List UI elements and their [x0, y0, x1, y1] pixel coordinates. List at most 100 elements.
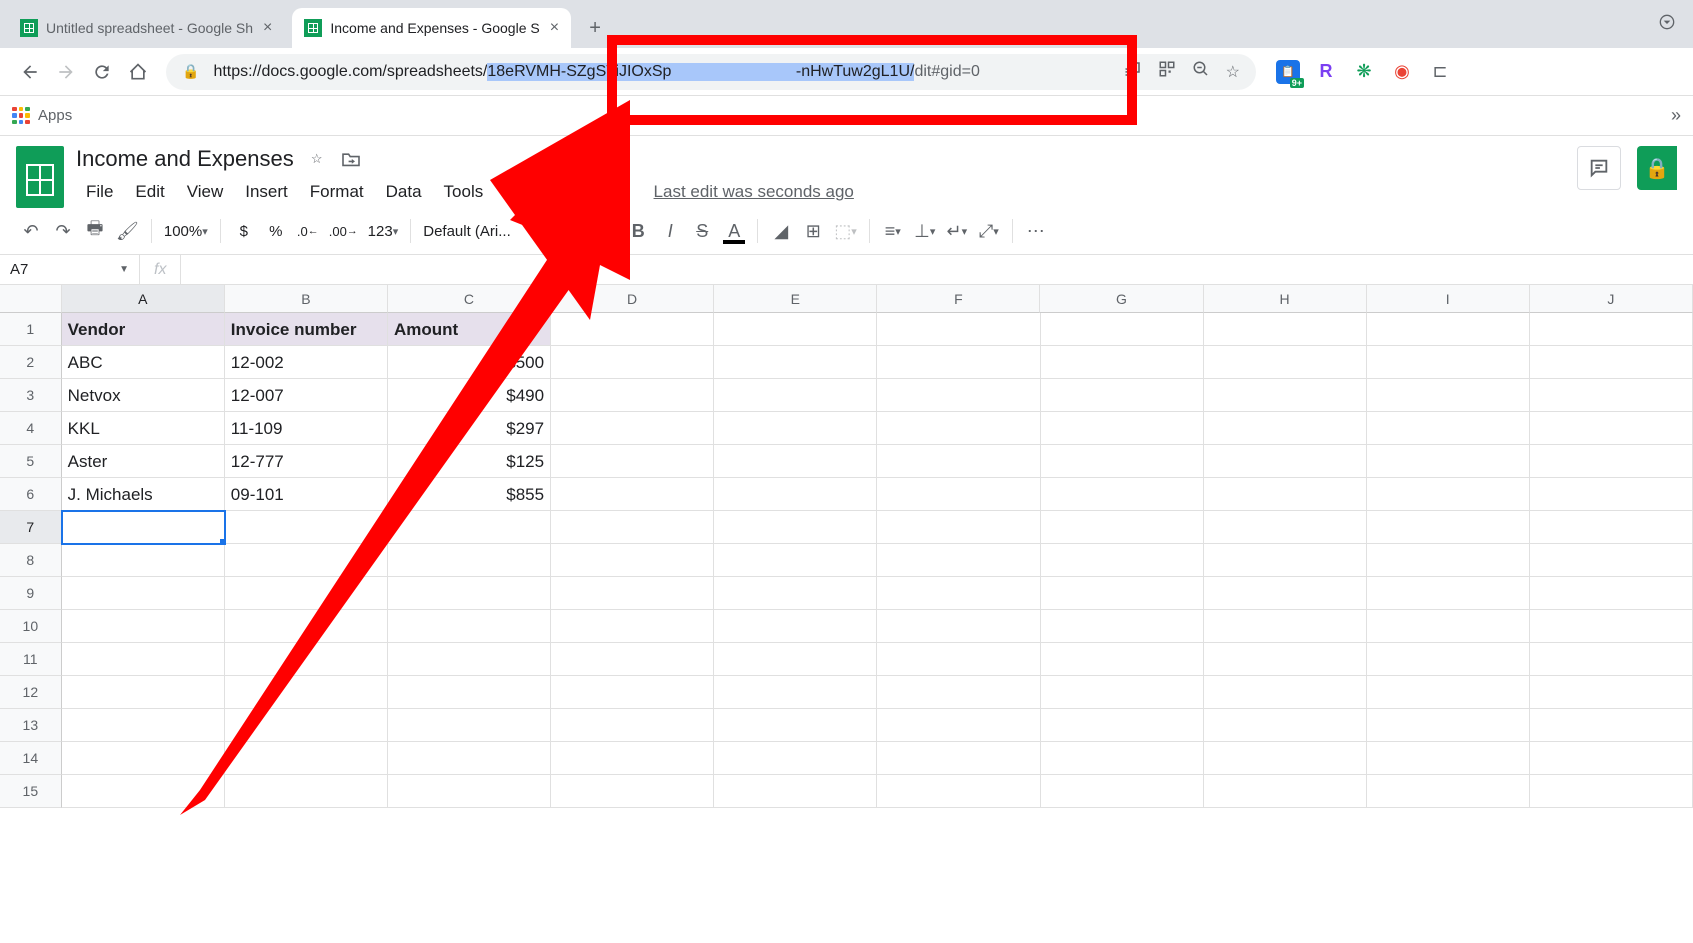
- print-button[interactable]: 🖶: [80, 216, 110, 246]
- move-icon[interactable]: [340, 148, 362, 170]
- cell[interactable]: [1204, 742, 1367, 775]
- cell[interactable]: [388, 676, 551, 709]
- cell[interactable]: [1530, 412, 1693, 445]
- row-header[interactable]: 15: [0, 775, 62, 808]
- redo-button[interactable]: ↷: [48, 216, 78, 246]
- cell[interactable]: [877, 544, 1040, 577]
- cell[interactable]: [1530, 379, 1693, 412]
- cell[interactable]: [225, 742, 388, 775]
- ext-icon-5[interactable]: ⊏: [1428, 60, 1452, 84]
- row-header[interactable]: 10: [0, 610, 62, 643]
- cell[interactable]: [225, 511, 388, 544]
- row-header[interactable]: 13: [0, 709, 62, 742]
- cell[interactable]: [62, 709, 225, 742]
- cell[interactable]: [714, 709, 877, 742]
- font-size-dropdown[interactable]: 10: [556, 216, 606, 246]
- cell[interactable]: [551, 346, 714, 379]
- row-header[interactable]: 11: [0, 643, 62, 676]
- back-button[interactable]: [12, 54, 48, 90]
- cell[interactable]: $500: [388, 346, 551, 379]
- zoom-dropdown[interactable]: 100%: [160, 216, 212, 246]
- cell[interactable]: [714, 742, 877, 775]
- cell[interactable]: [1530, 775, 1693, 808]
- cell[interactable]: [225, 610, 388, 643]
- row-header[interactable]: 4: [0, 412, 62, 445]
- cell[interactable]: [714, 577, 877, 610]
- menu-data[interactable]: Data: [376, 178, 432, 206]
- cell[interactable]: [877, 511, 1040, 544]
- menu-edit[interactable]: Edit: [125, 178, 174, 206]
- cell[interactable]: [1204, 544, 1367, 577]
- cell[interactable]: [877, 775, 1040, 808]
- cell[interactable]: [1367, 742, 1530, 775]
- menu-tools[interactable]: Tools: [434, 178, 494, 206]
- cell[interactable]: [1530, 742, 1693, 775]
- cell[interactable]: [714, 610, 877, 643]
- cell[interactable]: Netvox: [62, 379, 225, 412]
- cell[interactable]: [1367, 676, 1530, 709]
- star-icon[interactable]: ☆: [306, 148, 328, 170]
- cell[interactable]: [62, 643, 225, 676]
- last-edit-link[interactable]: Last edit was seconds ago: [654, 182, 854, 202]
- cell[interactable]: Amount: [388, 313, 551, 346]
- cell[interactable]: [1041, 544, 1204, 577]
- col-header-E[interactable]: E: [714, 285, 877, 313]
- cell[interactable]: [388, 709, 551, 742]
- star-icon[interactable]: ☆: [1226, 62, 1240, 82]
- cell[interactable]: [1367, 709, 1530, 742]
- cell[interactable]: J. Michaels: [62, 478, 225, 511]
- cell[interactable]: [1204, 610, 1367, 643]
- ext-icon-1[interactable]: 📋9+: [1276, 60, 1300, 84]
- cell[interactable]: [225, 775, 388, 808]
- cell[interactable]: [1204, 412, 1367, 445]
- cell[interactable]: [877, 676, 1040, 709]
- cell[interactable]: [714, 313, 877, 346]
- cell[interactable]: [551, 379, 714, 412]
- cell[interactable]: [1530, 313, 1693, 346]
- cell[interactable]: [388, 577, 551, 610]
- percent-button[interactable]: %: [261, 216, 291, 246]
- strikethrough-button[interactable]: S: [687, 216, 717, 246]
- menu-view[interactable]: View: [177, 178, 234, 206]
- row-header[interactable]: 2: [0, 346, 62, 379]
- cell[interactable]: [551, 742, 714, 775]
- cell[interactable]: [225, 643, 388, 676]
- cell[interactable]: [1204, 478, 1367, 511]
- cell[interactable]: [714, 676, 877, 709]
- cell[interactable]: [225, 577, 388, 610]
- cell[interactable]: [877, 709, 1040, 742]
- cell[interactable]: [877, 577, 1040, 610]
- cell[interactable]: [714, 412, 877, 445]
- row-header[interactable]: 8: [0, 544, 62, 577]
- cell[interactable]: [1367, 412, 1530, 445]
- cell[interactable]: [714, 775, 877, 808]
- cell[interactable]: [1367, 775, 1530, 808]
- cell[interactable]: [551, 544, 714, 577]
- cell[interactable]: [877, 643, 1040, 676]
- cell[interactable]: [62, 775, 225, 808]
- cell[interactable]: [551, 313, 714, 346]
- select-all-corner[interactable]: [0, 285, 62, 313]
- cell[interactable]: $855: [388, 478, 551, 511]
- cell[interactable]: [1041, 511, 1204, 544]
- cell[interactable]: [1367, 346, 1530, 379]
- cell[interactable]: [225, 544, 388, 577]
- cell[interactable]: [225, 676, 388, 709]
- col-header-H[interactable]: H: [1204, 285, 1367, 313]
- cell[interactable]: [1204, 643, 1367, 676]
- cell[interactable]: [877, 445, 1040, 478]
- cell[interactable]: $490: [388, 379, 551, 412]
- cell[interactable]: [1204, 313, 1367, 346]
- undo-button[interactable]: ↶: [16, 216, 46, 246]
- cell[interactable]: [1367, 445, 1530, 478]
- sheets-logo-icon[interactable]: [16, 146, 64, 208]
- h-align-button[interactable]: ≡: [878, 216, 908, 246]
- close-icon[interactable]: ×: [263, 19, 272, 37]
- cell[interactable]: [877, 742, 1040, 775]
- close-icon[interactable]: ×: [550, 19, 559, 37]
- browser-tab-inactive[interactable]: Untitled spreadsheet - Google Sh ×: [8, 8, 284, 48]
- cell[interactable]: [551, 676, 714, 709]
- cell[interactable]: [551, 775, 714, 808]
- menu-insert[interactable]: Insert: [235, 178, 298, 206]
- cloud-icon[interactable]: [374, 148, 396, 170]
